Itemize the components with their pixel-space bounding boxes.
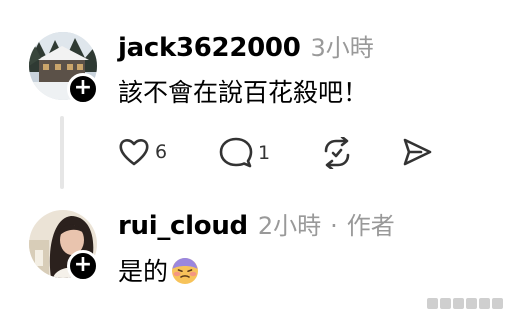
thread-line (60, 116, 64, 189)
comment-bubble-icon (219, 137, 253, 168)
comment-header: jack3622000 3小時 (118, 28, 374, 63)
comment-text-body: 是的 (118, 257, 169, 286)
reply-button[interactable]: 1 (219, 137, 270, 169)
plus-icon: + (73, 252, 93, 277)
plus-icon: + (73, 75, 93, 100)
follow-button[interactable]: + (67, 73, 99, 105)
comment-text: 是的 (118, 252, 200, 288)
timestamp: 3小時 (310, 34, 374, 62)
username[interactable]: jack3622000 (118, 33, 301, 63)
follow-button[interactable]: + (67, 250, 99, 282)
heart-icon (119, 139, 149, 166)
repost-icon (324, 137, 350, 169)
repost-button[interactable] (320, 137, 354, 169)
comment-header: rui_cloud 2小時 · 作者 (118, 206, 395, 241)
like-count: 6 (155, 141, 168, 163)
share-button[interactable] (401, 137, 433, 167)
send-icon (403, 138, 432, 166)
grimacing-face-emoji (172, 258, 199, 284)
comment-text: 該不會在說百花殺吧！ (118, 78, 369, 107)
username[interactable]: rui_cloud (118, 211, 248, 241)
author-badge: 作者 (346, 212, 395, 240)
timestamp: 2小時 (257, 212, 322, 240)
like-button[interactable]: 6 (118, 137, 167, 167)
separator: · (330, 212, 338, 240)
watermark (427, 298, 503, 309)
reply-count: 1 (258, 142, 271, 164)
